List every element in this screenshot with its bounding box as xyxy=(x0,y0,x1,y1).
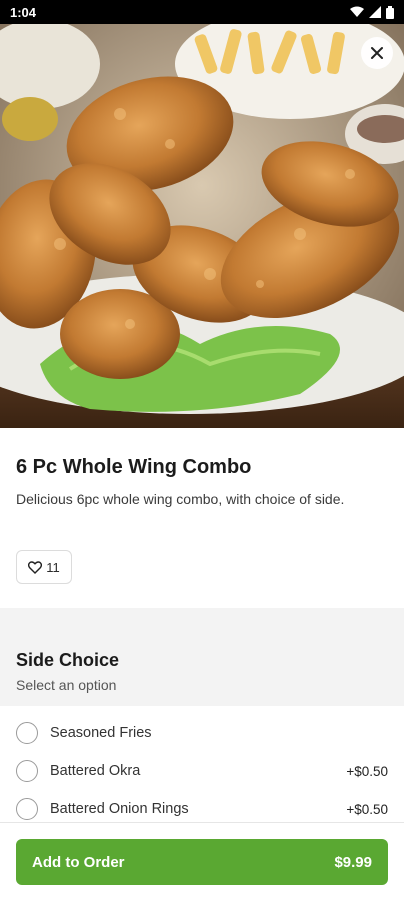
section-header: Side Choice Select an option xyxy=(0,608,404,706)
section-subtitle: Select an option xyxy=(16,677,117,693)
like-button[interactable]: 11 xyxy=(16,550,72,584)
like-count: 11 xyxy=(46,559,60,575)
bottom-bar: Add to Order $9.99 xyxy=(0,822,404,900)
radio-button[interactable] xyxy=(16,798,38,820)
status-icons xyxy=(350,5,394,19)
signal-icon xyxy=(369,6,381,18)
option-seasoned-fries[interactable]: Seasoned Fries xyxy=(0,714,404,752)
status-time: 1:04 xyxy=(10,4,37,20)
option-label: Battered Onion Rings xyxy=(50,801,189,817)
battery-icon xyxy=(386,5,394,19)
heart-icon xyxy=(28,560,43,574)
item-description: Delicious 6pc whole wing combo, with cho… xyxy=(16,491,345,507)
add-to-order-button[interactable]: Add to Order $9.99 xyxy=(16,839,388,885)
option-price: +$0.50 xyxy=(346,801,388,817)
food-photo xyxy=(0,24,404,428)
option-list: Seasoned Fries Battered Okra +$0.50 Batt… xyxy=(0,706,404,828)
close-button[interactable] xyxy=(361,37,393,69)
item-info: 6 Pc Whole Wing Combo Delicious 6pc whol… xyxy=(0,428,404,608)
status-bar: 1:04 xyxy=(0,0,404,24)
option-battered-okra[interactable]: Battered Okra +$0.50 xyxy=(0,752,404,790)
option-price: +$0.50 xyxy=(346,763,388,779)
order-total-price: $9.99 xyxy=(334,853,372,871)
close-icon xyxy=(371,47,383,59)
option-label: Seasoned Fries xyxy=(50,725,152,741)
option-label: Battered Okra xyxy=(50,763,141,779)
radio-button[interactable] xyxy=(16,760,38,782)
food-image-illustration xyxy=(0,24,404,428)
radio-button[interactable] xyxy=(16,722,38,744)
item-title: 6 Pc Whole Wing Combo xyxy=(16,456,252,478)
wifi-icon xyxy=(350,6,364,17)
section-title: Side Choice xyxy=(16,650,120,670)
add-to-order-label: Add to Order xyxy=(32,853,125,871)
